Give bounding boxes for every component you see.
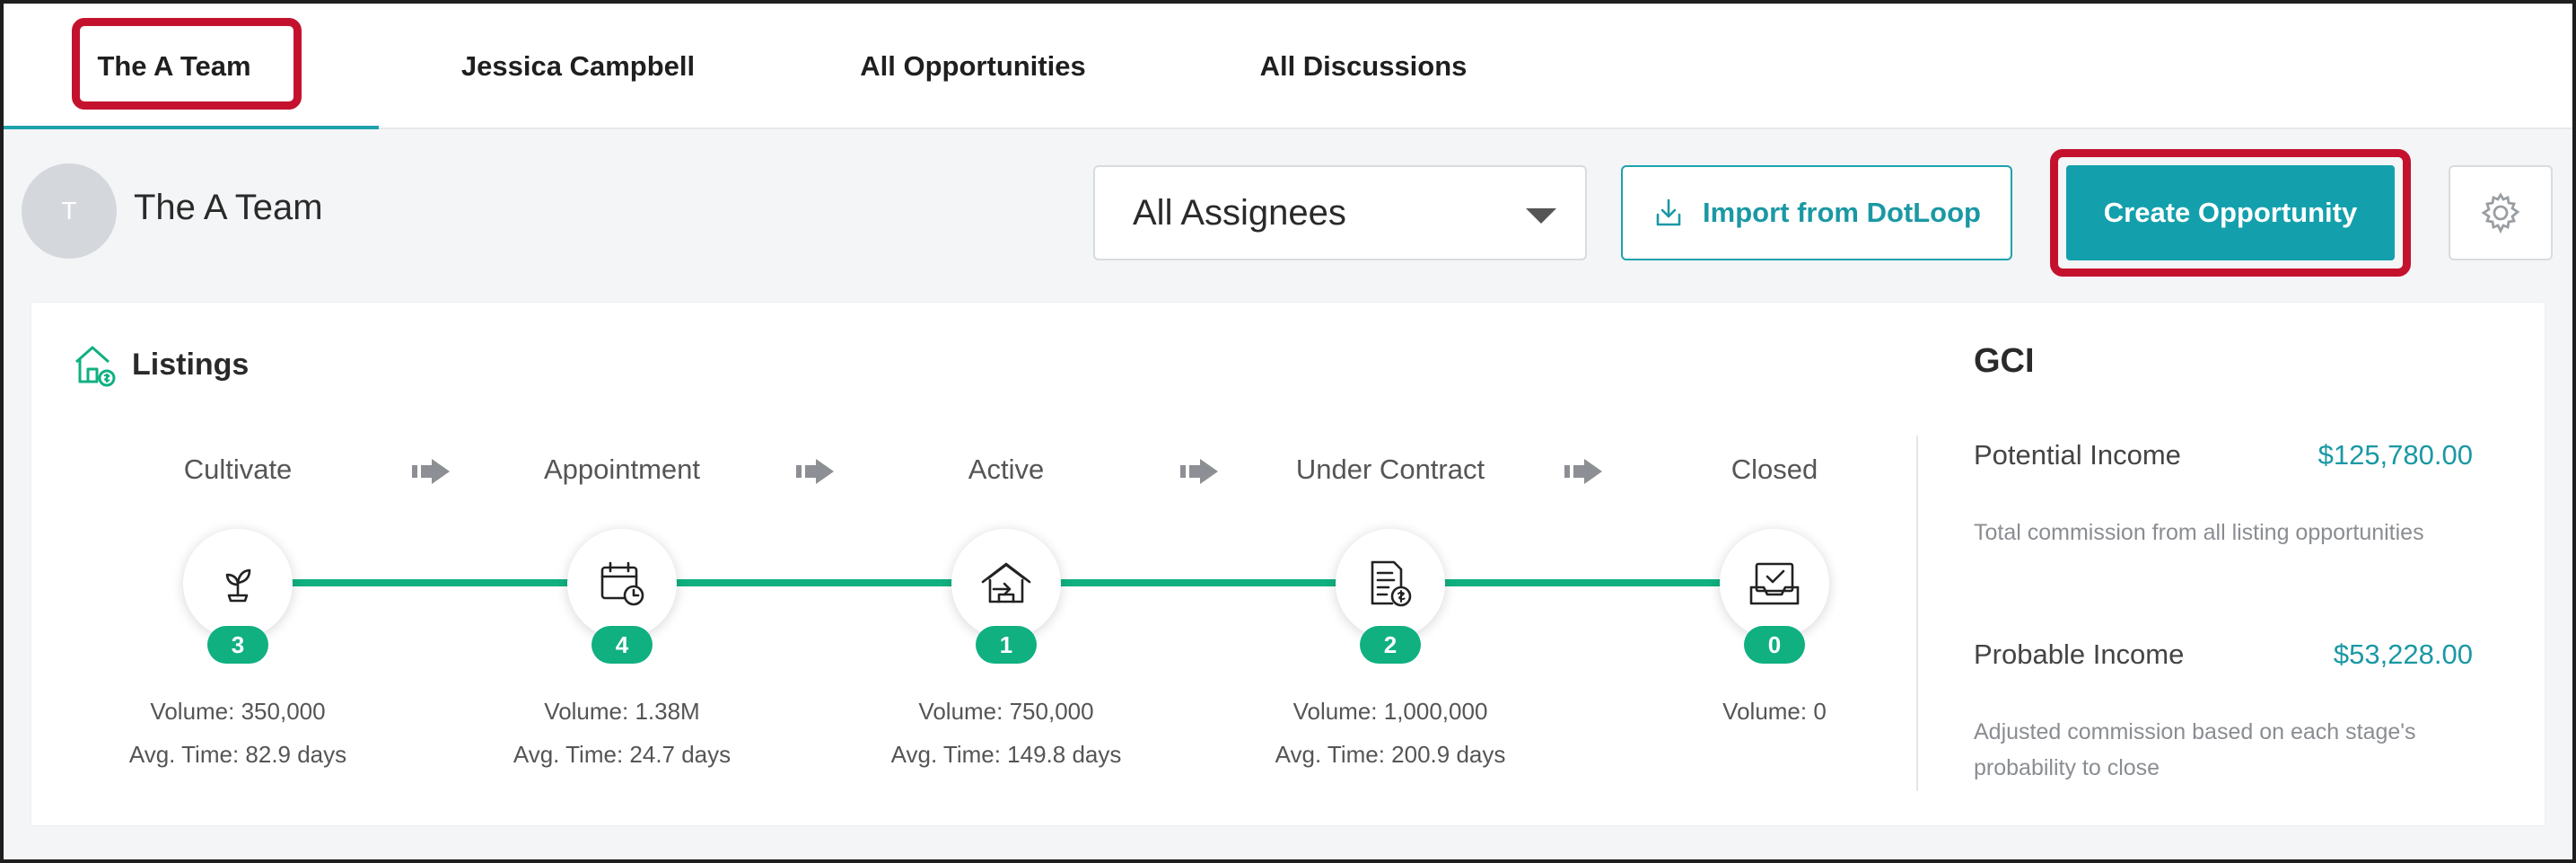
house-arrow-icon [981, 562, 1031, 603]
gci-title: GCI [1974, 342, 2035, 380]
stage-label-active: Active [968, 454, 1045, 485]
stage-label-appointment: Appointment [543, 454, 701, 485]
team-name: The A Team [134, 188, 323, 227]
create-opportunity-button[interactable]: Create Opportunity [2066, 165, 2395, 260]
stage-count-badge: 4 [591, 626, 653, 664]
stage-avg-time: Avg. Time: 200.9 days [1275, 741, 1506, 768]
stage-avg-time: Avg. Time: 82.9 days [128, 741, 347, 768]
avatar-initial: T [61, 197, 77, 225]
stage-count-badge: 1 [976, 626, 1037, 664]
stage-count-badge: 3 [207, 626, 268, 664]
tab-all-opportunities[interactable]: All Opportunities [816, 4, 1130, 129]
tab-jessica-campbell[interactable]: Jessica Campbell [425, 4, 731, 129]
potential-income-value: $125,780.00 [2318, 439, 2473, 471]
probable-income-label: Probable Income [1974, 638, 2185, 670]
stage-label-under-contract: Under Contract [1295, 454, 1485, 485]
probable-income-description: Adjusted commission based on each stage'… [1974, 719, 2416, 780]
calendar-clock-icon [600, 561, 644, 606]
stage-volume: Volume: 1,000,000 [1292, 698, 1488, 725]
assignee-select-value: All Assignees [1133, 192, 1346, 233]
tab-all-discussions[interactable]: All Discussions [1211, 4, 1516, 129]
stage-volume: Volume: 350,000 [150, 698, 326, 725]
gear-icon [2481, 192, 2520, 234]
tab-label: All Discussions [1259, 50, 1468, 82]
plant-icon [225, 568, 251, 603]
stage-volume: Volume: 750,000 [918, 698, 1094, 725]
listings-card: Listings Cultivate Appointment Active Un… [31, 302, 2545, 826]
house-dollar-icon [75, 346, 116, 387]
stage-label-closed: Closed [1730, 454, 1818, 485]
stage-count-badge: 2 [1360, 626, 1421, 664]
stage-node-cultivate[interactable] [183, 529, 293, 638]
contract-dollar-icon [1371, 560, 1412, 607]
tab-label: All Opportunities [860, 50, 1086, 82]
potential-income-label: Potential Income [1974, 439, 2181, 471]
import-icon [1656, 198, 1681, 226]
stage-volume: Volume: 1.38M [544, 698, 700, 725]
gci-divider [1916, 436, 1918, 791]
tab-the-a-team[interactable]: The A Team [39, 4, 309, 129]
stage-node-appointment[interactable] [567, 529, 677, 638]
caret-down-icon [1526, 208, 1556, 224]
stage-avg-time: Avg. Time: 24.7 days [513, 741, 732, 768]
stage-label-cultivate: Cultivate [183, 454, 293, 485]
import-from-dotloop-button[interactable]: Import from DotLoop [1621, 165, 2012, 260]
team-avatar: T [22, 163, 117, 259]
tab-bar: The A Team Jessica Campbell All Opportun… [4, 4, 2572, 129]
stage-arrow-icon [796, 459, 834, 484]
stage-node-closed[interactable] [1720, 529, 1829, 638]
stage-volume: Volume: 0 [1722, 698, 1827, 725]
stage-avg-time: Avg. Time: 149.8 days [890, 741, 1122, 768]
potential-income-description: Total commission from all listing opport… [1974, 520, 2424, 545]
stage-node-under-contract[interactable] [1336, 529, 1445, 638]
inbox-check-icon [1749, 562, 1800, 605]
assignee-select[interactable]: All Assignees [1093, 165, 1587, 260]
tab-label: Jessica Campbell [460, 50, 696, 82]
tab-label: The A Team [97, 50, 251, 82]
stage-count-badge: 0 [1744, 626, 1805, 664]
stage-arrow-icon [412, 459, 450, 484]
settings-button[interactable] [2449, 165, 2553, 260]
app-frame: The A Team Jessica Campbell All Opportun… [0, 0, 2576, 863]
probable-income-value: $53,228.00 [2333, 638, 2473, 670]
stage-node-active[interactable] [951, 529, 1061, 638]
create-button-label: Create Opportunity [2103, 197, 2358, 228]
import-button-label: Import from DotLoop [1703, 197, 1981, 228]
active-tab-indicator [4, 126, 379, 129]
stage-arrow-icon [1564, 459, 1602, 484]
listings-title: Listings [132, 348, 250, 382]
stage-arrow-icon [1180, 459, 1218, 484]
